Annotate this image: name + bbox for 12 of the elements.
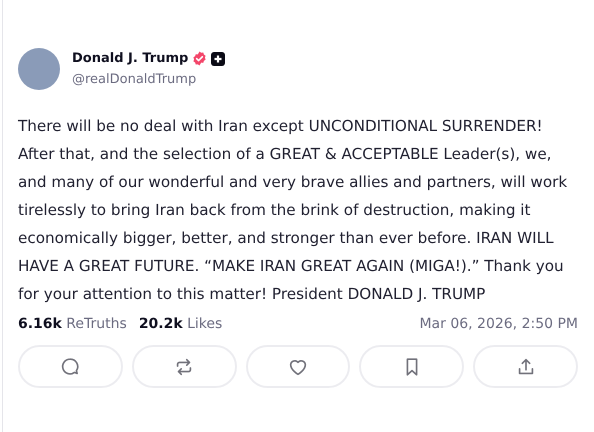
bookmark-button[interactable] xyxy=(359,345,464,388)
avatar[interactable] xyxy=(18,48,60,90)
share-button[interactable] xyxy=(473,345,578,388)
author-handle[interactable]: @realDonaldTrump xyxy=(72,72,226,87)
post-timestamp[interactable]: Mar 06, 2026, 2:50 PM xyxy=(419,316,578,332)
reply-bubble-icon xyxy=(59,356,82,378)
retruth-button[interactable] xyxy=(132,345,237,388)
reply-button[interactable] xyxy=(18,345,123,388)
author-name[interactable]: Donald J. Trump xyxy=(72,51,188,66)
stat-count[interactable]: 6.16k ReTruths xyxy=(18,316,127,332)
post-text: There will be no deal with Iran except UNCONDITIONAL SURRENDER! After that, and the selection of a GREAT & ACCEPTABLE Leader(s), we, and many of our wonderful and very brave allies and partners, will work tirelessly to bring Iran back from the brink of destruction, making it economically bigger, better, and stronger than ever before. IRAN WILL HAVE A GREAT FUTURE. “MAKE IRAN GREAT AGAIN (MIGA!).” Thank you for your attention to this matter! President DONALD J. TRUMP xyxy=(18,116,568,305)
stat-count[interactable]: 20.2k Likes xyxy=(138,316,222,332)
